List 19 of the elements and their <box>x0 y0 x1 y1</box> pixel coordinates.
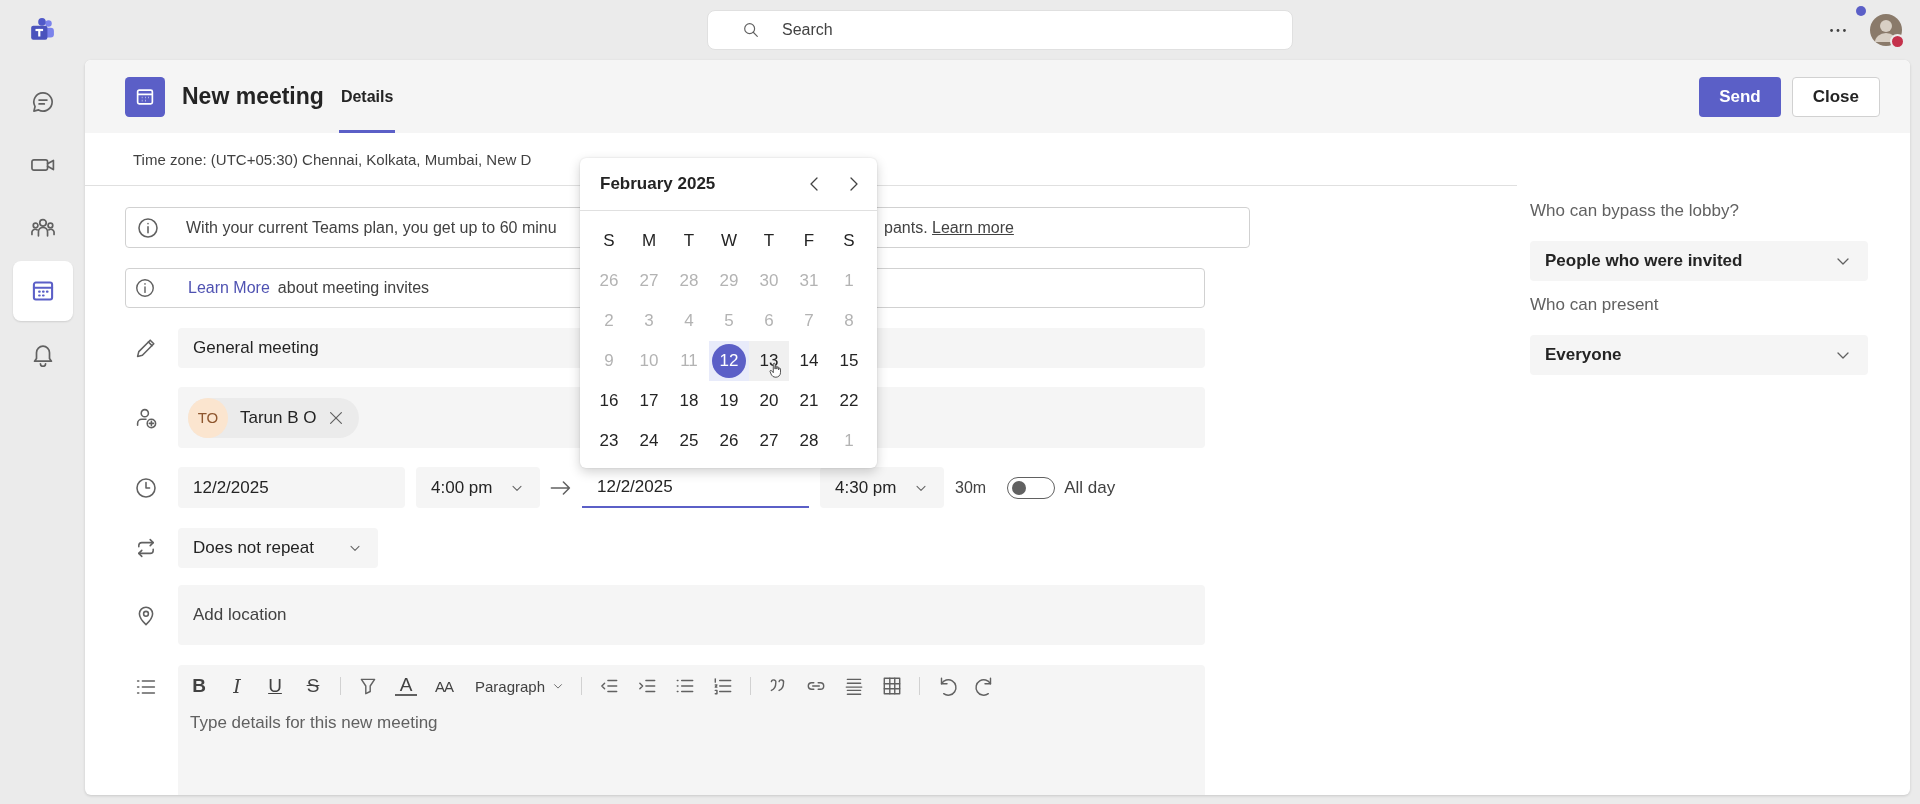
notice-text: about meeting invites <box>277 279 430 297</box>
option-label: Who can present <box>1530 295 1660 315</box>
duration-text: 30m <box>955 478 987 497</box>
weekday-label: T <box>762 230 776 252</box>
weekday-label: M <box>640 230 658 252</box>
weekday-label: S <box>842 230 856 252</box>
attendee-name: Tarun B O <box>240 407 317 428</box>
month-label: February 2025 <box>600 174 716 194</box>
weekday-label: W <box>719 230 738 252</box>
weekday-label: F <box>802 230 816 252</box>
notice-text: With your current Teams plan, you get up to 60 minu <box>186 218 558 237</box>
initials-avatar: TO <box>188 397 228 438</box>
time-zone-text: Time zone: (UTC+05:30) Chennai, Kolkata, Mumbai, New D <box>133 150 532 168</box>
all-day-label: All day <box>1064 477 1116 498</box>
weekday-label: S <box>602 230 616 252</box>
notice-text: pants. <box>884 218 928 236</box>
option-label: Who can bypass the lobby? <box>1530 201 1740 221</box>
meeting-title: New meeting <box>182 83 324 110</box>
weekday-label: T <box>682 230 696 252</box>
